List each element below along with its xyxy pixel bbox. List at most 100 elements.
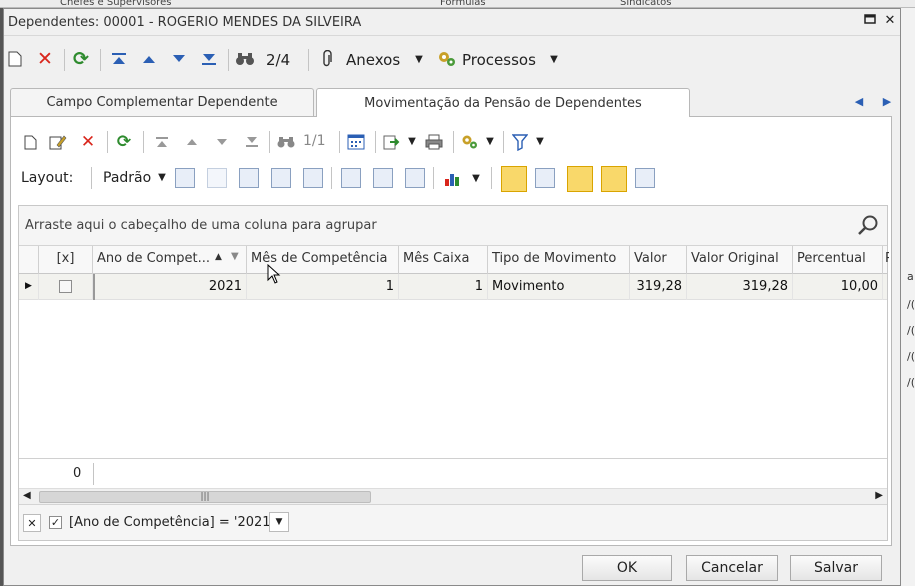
cell-ano[interactable]: 2021 <box>93 274 247 300</box>
filter-dropdown-icon[interactable]: ▼ <box>529 131 551 153</box>
tab-campo-complementar[interactable]: Campo Complementar Dependente <box>10 88 314 116</box>
tab-scroll-right-icon[interactable]: ▶ <box>878 92 896 110</box>
restore-icon[interactable] <box>862 13 878 29</box>
grid-processes-dropdown-icon[interactable]: ▼ <box>479 131 501 153</box>
attachments-button[interactable]: Anexos <box>346 51 400 69</box>
close-icon[interactable]: ✕ <box>882 13 898 29</box>
scrollbar-thumb[interactable]: ||| <box>39 491 371 503</box>
checkbox[interactable] <box>59 280 72 293</box>
cell-percentual[interactable]: 10,00 <box>793 274 883 300</box>
main-toolbar: ✕ ⟳ 2/4 Anexos ▼ Processos ▼ <box>4 41 900 77</box>
chart-icon[interactable] <box>443 168 465 190</box>
cell-valor-original[interactable]: 319,28 <box>687 274 793 300</box>
column-truncated[interactable]: P <box>883 246 889 274</box>
background-tab: Fórmulas <box>440 0 486 8</box>
cell-tipo-movimento[interactable]: Movimento <box>488 274 630 300</box>
new-record-icon[interactable] <box>4 48 26 70</box>
font-format-icon[interactable] <box>635 168 655 188</box>
background-text: /( <box>907 376 915 389</box>
save-button[interactable]: Salvar <box>790 555 882 581</box>
cancel-button[interactable]: Cancelar <box>686 555 778 581</box>
toolbar-separator <box>100 49 101 71</box>
column-ano-competencia[interactable]: Ano de Compet... ▲ ▼ <box>93 246 247 274</box>
background-tab: Chefes e Supervisores <box>60 0 172 8</box>
footer-toggle-icon[interactable] <box>501 166 527 192</box>
refresh-grid-icon[interactable]: ⟳ <box>113 131 135 153</box>
clear-filter-icon[interactable]: ✕ <box>23 514 41 532</box>
group-panel-icon[interactable] <box>341 168 361 188</box>
column-valor-original[interactable]: Valor Original <box>687 246 793 274</box>
binoculars-grid-icon[interactable] <box>275 131 297 153</box>
export-icon[interactable] <box>381 131 403 153</box>
layout-select[interactable]: Padrão <box>103 170 151 186</box>
filter-expression[interactable]: [Ano de Competência] = '2021' <box>69 515 274 530</box>
tab-strip: Campo Complementar Dependente Movimentaç… <box>10 88 898 117</box>
export-dropdown-icon[interactable]: ▼ <box>401 131 423 153</box>
processes-button[interactable]: Processos <box>462 51 536 69</box>
previous-record-icon[interactable] <box>138 48 160 70</box>
row-position: 1/1 <box>303 133 326 149</box>
attachments-dropdown-icon[interactable]: ▼ <box>408 49 430 71</box>
processes-dropdown-icon[interactable]: ▼ <box>543 49 565 71</box>
chart-dropdown-icon[interactable]: ▼ <box>465 168 487 190</box>
delete-row-icon[interactable]: ✕ <box>77 131 99 153</box>
row-indicator-header <box>19 246 39 274</box>
refresh-icon[interactable]: ⟳ <box>70 48 92 70</box>
grid-processes-icon[interactable] <box>459 131 481 153</box>
processes-gear-icon[interactable] <box>436 48 458 70</box>
next-row-icon[interactable] <box>211 131 233 153</box>
filter-enabled-checkbox[interactable]: ✓ <box>49 516 62 529</box>
new-row-icon[interactable] <box>19 131 41 153</box>
tab-panel: ✕ ⟳ 1/1 ▼ ▼ ▼ Layout: Padrão ▼ ▼ Arraste… <box>10 116 892 546</box>
previous-row-icon[interactable] <box>181 131 203 153</box>
binoculars-icon[interactable] <box>234 48 256 70</box>
first-row-icon[interactable] <box>151 131 173 153</box>
format-rules-icon[interactable] <box>405 168 425 188</box>
last-record-icon[interactable] <box>198 48 220 70</box>
last-row-icon[interactable] <box>241 131 263 153</box>
background-text: /( <box>907 298 915 311</box>
columns-layout-icon[interactable] <box>239 168 259 188</box>
search-icon[interactable] <box>857 214 879 236</box>
column-filter-icon[interactable]: ▼ <box>231 251 239 262</box>
next-record-icon[interactable] <box>168 48 190 70</box>
ok-button[interactable]: OK <box>582 555 672 581</box>
preview-toggle-icon[interactable] <box>601 166 627 192</box>
cell-valor[interactable]: 319,28 <box>630 274 687 300</box>
tab-movimentacao-pensao[interactable]: Movimentação da Pensão de Dependentes <box>316 88 690 117</box>
tab-scroll-left-icon[interactable]: ◀ <box>850 92 868 110</box>
toolbar-separator <box>228 49 229 71</box>
group-footer-icon[interactable] <box>567 166 593 192</box>
save-layout-icon[interactable] <box>175 168 195 188</box>
print-icon[interactable] <box>423 131 445 153</box>
summary-icon[interactable] <box>373 168 393 188</box>
layout-dropdown-icon[interactable]: ▼ <box>151 167 173 189</box>
delete-layout-icon[interactable] <box>207 168 227 188</box>
column-valor[interactable]: Valor <box>630 246 687 274</box>
column-select-all[interactable]: [x] <box>39 246 93 274</box>
cell-mes-caixa[interactable]: 1 <box>399 274 488 300</box>
edit-row-icon[interactable] <box>47 131 69 153</box>
toolbar-separator <box>91 167 92 189</box>
column-tipo-movimento[interactable]: Tipo de Movimento <box>488 246 630 274</box>
calendar-grid-icon[interactable] <box>345 131 367 153</box>
background-right-panel: a /( /( /( /( <box>900 8 915 586</box>
delete-icon[interactable]: ✕ <box>34 48 56 70</box>
toolbar-separator <box>491 167 492 189</box>
autofilter-row-icon[interactable] <box>535 168 555 188</box>
export-layout-icon[interactable] <box>303 168 323 188</box>
column-mes-caixa[interactable]: Mês Caixa <box>399 246 488 274</box>
background-tabbar: Chefes e Supervisores Fórmulas Sindicato… <box>0 0 915 8</box>
column-percentual[interactable]: Percentual <box>793 246 883 274</box>
horizontal-scrollbar[interactable]: ◀ ||| ▶ <box>19 488 887 504</box>
filter-history-dropdown-icon[interactable]: ▼ <box>269 512 289 532</box>
table-row[interactable]: ▶ 2021 1 1 Movimento 319,28 319,28 10,00 <box>19 274 887 300</box>
scroll-right-icon[interactable]: ▶ <box>875 490 883 501</box>
row-select-checkbox[interactable] <box>39 274 93 300</box>
filter-icon[interactable] <box>509 131 531 153</box>
import-layout-icon[interactable] <box>271 168 291 188</box>
first-record-icon[interactable] <box>108 48 130 70</box>
background-text: /( <box>907 350 915 363</box>
scroll-left-icon[interactable]: ◀ <box>23 490 31 501</box>
paperclip-icon[interactable] <box>316 48 338 70</box>
